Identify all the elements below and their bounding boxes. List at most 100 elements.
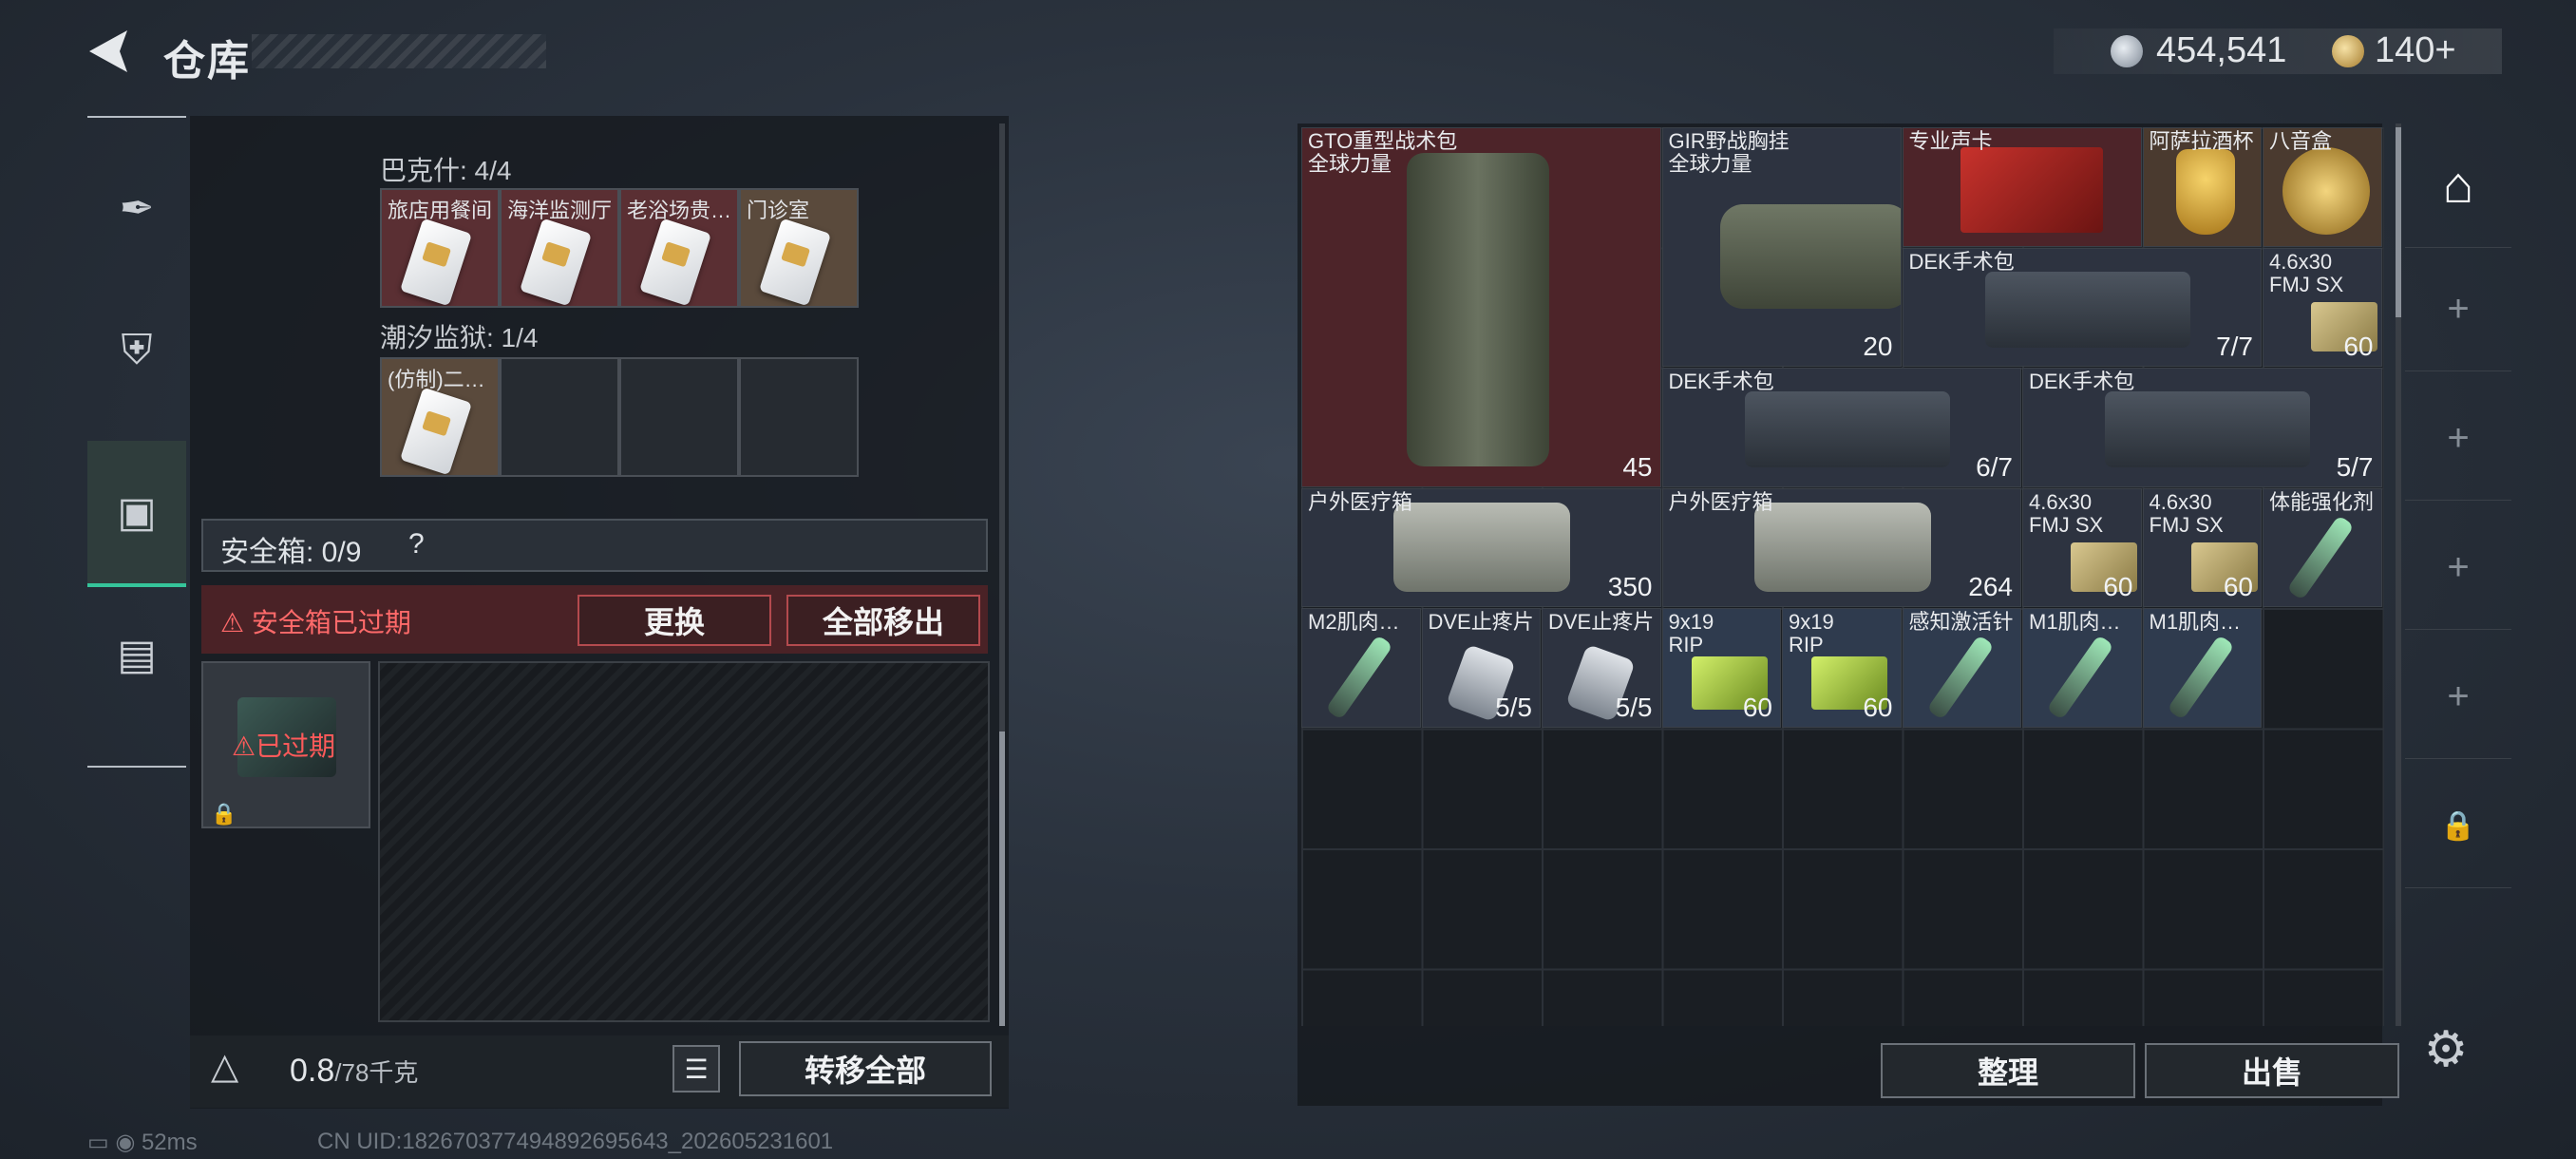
item-name: DEK手术包: [2029, 370, 2135, 393]
right-container-nav: ⌂ + + + + 🔒: [2405, 124, 2511, 1016]
inventory-item[interactable]: 专业声卡: [1902, 127, 2142, 247]
item-count: 7/7: [2216, 332, 2253, 361]
item-name: M2肌肉…: [1308, 610, 1400, 634]
key-slot[interactable]: 旅店用餐间: [380, 188, 500, 308]
right-scrollbar-thumb[interactable]: [2396, 127, 2401, 317]
empty-slot[interactable]: [500, 357, 619, 477]
lock-icon[interactable]: 🔒: [2405, 764, 2511, 888]
inventory-item[interactable]: 9x19 RIP 60: [1782, 608, 1902, 728]
item-name: 9x19 RIP: [1789, 610, 1834, 656]
injector-image: [2046, 634, 2114, 721]
money-icon: [2111, 35, 2143, 67]
inventory-item[interactable]: DEK手术包 5/7: [2022, 368, 2382, 487]
inventory-item[interactable]: 4.6x30 FMJ SX 60: [2022, 487, 2142, 607]
item-count: 60: [1742, 692, 1772, 722]
item-name: M1肌肉…: [2149, 610, 2242, 634]
toolbox-icon[interactable]: ▤: [87, 583, 186, 726]
item-count: 5/7: [2336, 451, 2374, 482]
armor-icon[interactable]: ⛨: [87, 279, 186, 422]
item-count: 350: [1607, 572, 1653, 601]
item-name: 户外医疗箱: [1308, 489, 1413, 514]
inventory-item[interactable]: GTO重型战术包 全球力量 45: [1301, 127, 1661, 487]
inventory-item[interactable]: 户外医疗箱 350: [1301, 487, 1661, 607]
inventory-item[interactable]: 感知激活针: [1902, 608, 2021, 728]
injector-image: [1325, 634, 1393, 721]
inventory-item[interactable]: 阿萨拉酒杯: [2142, 127, 2262, 247]
surgery-kit-image: [2105, 391, 2310, 467]
back-button[interactable]: [84, 25, 137, 78]
backpack-icon[interactable]: ▣: [87, 441, 186, 587]
item-name: 户外医疗箱: [1668, 489, 1773, 514]
left-scrollbar-thumb[interactable]: [999, 732, 1005, 1026]
key-group-label: 潮汐监狱: 1/4: [380, 323, 539, 352]
left-category-nav: ✒ ⛨ ▣ ▤: [87, 116, 186, 768]
cup-image: [2175, 149, 2235, 235]
title-decoration: [252, 34, 546, 68]
inventory-item[interactable]: M2肌肉…: [1301, 608, 1421, 728]
plus-icon[interactable]: +: [2405, 376, 2511, 501]
inventory-item[interactable]: 4.6x30 FMJ SX 60: [2142, 487, 2262, 607]
inventory-item[interactable]: M1肌肉…: [2022, 608, 2142, 728]
inventory-item[interactable]: M1肌肉…: [2142, 608, 2262, 728]
key-slot[interactable]: 门诊室: [739, 188, 859, 308]
inventory-item[interactable]: DEK手术包 6/7: [1661, 368, 2021, 487]
injector-image: [1925, 634, 1995, 721]
key-slot[interactable]: 海洋监测厅: [500, 188, 619, 308]
item-name: 9x19 RIP: [1668, 610, 1714, 656]
plus-icon[interactable]: +: [2405, 635, 2511, 759]
item-name: DVE止疼片: [1428, 610, 1534, 634]
replace-button[interactable]: 更换: [578, 595, 771, 646]
inventory-item[interactable]: 八音盒: [2263, 127, 2382, 247]
inventory-item[interactable]: DVE止疼片 5/5: [1421, 608, 1541, 728]
lock-icon: 🔒: [211, 802, 237, 826]
weight-icon: △: [211, 1047, 239, 1087]
item-name: 4.6x30 FMJ SX: [2149, 489, 2224, 537]
plus-icon[interactable]: +: [2405, 247, 2511, 371]
inventory-item[interactable]: 9x19 RIP 60: [1661, 608, 1781, 728]
surgery-kit-image: [1744, 391, 1950, 467]
inventory-item[interactable]: GIR野战胸挂 全球力量 20: [1661, 127, 1902, 367]
key-slot[interactable]: (仿制)二…: [380, 357, 500, 477]
surgery-kit-image: [1984, 271, 2190, 348]
item-name: GIR野战胸挂 全球力量: [1668, 129, 1790, 176]
item-name: DVE止疼片: [1548, 610, 1655, 634]
medkit-image: [1753, 502, 1931, 592]
sort-button[interactable]: 整理: [1881, 1043, 2135, 1098]
item-name: DEK手术包: [1668, 370, 1774, 393]
injector-image: [2166, 634, 2235, 721]
item-count: 60: [2103, 572, 2133, 601]
money-value: 454,541: [2156, 30, 2287, 70]
settings-gear-icon[interactable]: ⚙: [2420, 1024, 2472, 1075]
item-count: 5/5: [1615, 692, 1653, 722]
key-group-label: 巴克什: 4/4: [380, 156, 512, 185]
inventory-item[interactable]: 4.6x30 FMJ SX 60: [2263, 247, 2382, 367]
item-name: 八音盒: [2269, 129, 2333, 153]
soundcard-image: [1960, 147, 2103, 233]
item-name: M1肌肉…: [2029, 610, 2121, 634]
coin-value[interactable]: 140+: [2375, 30, 2456, 71]
empty-slot[interactable]: [739, 357, 859, 477]
item-name: 感知激活针: [1908, 610, 2014, 634]
list-view-button[interactable]: ☰: [672, 1045, 720, 1092]
inventory-item[interactable]: 体能强化剂: [2263, 487, 2382, 607]
plus-icon[interactable]: +: [2405, 505, 2511, 630]
weight-value: 0.8/78千克: [290, 1053, 419, 1089]
sell-button[interactable]: 出售: [2145, 1043, 2399, 1098]
inventory-item[interactable]: DEK手术包 7/7: [1902, 247, 2262, 367]
item-count: 45: [1622, 451, 1653, 482]
key-slot[interactable]: 老浴场贵…: [619, 188, 739, 308]
weapon-icon[interactable]: ✒: [87, 137, 186, 279]
warehouse-icon[interactable]: ⌂: [2405, 124, 2511, 248]
empty-slot[interactable]: [619, 357, 739, 477]
item-name: DEK手术包: [1908, 249, 2015, 274]
help-icon[interactable]: ?: [408, 528, 425, 560]
item-count: 20: [1863, 332, 1893, 361]
safe-box-grid[interactable]: [378, 661, 990, 1022]
remove-all-button[interactable]: 全部移出: [786, 595, 980, 646]
item-count: 60: [1863, 692, 1893, 722]
inventory-item[interactable]: DVE止疼片 5/5: [1542, 608, 1661, 728]
inventory-item[interactable]: 户外医疗箱 264: [1661, 487, 2021, 607]
transfer-all-button[interactable]: 转移全部: [739, 1041, 992, 1096]
item-name: GTO重型战术包 全球力量: [1308, 129, 1458, 176]
item-name: 专业声卡: [1908, 129, 1993, 153]
